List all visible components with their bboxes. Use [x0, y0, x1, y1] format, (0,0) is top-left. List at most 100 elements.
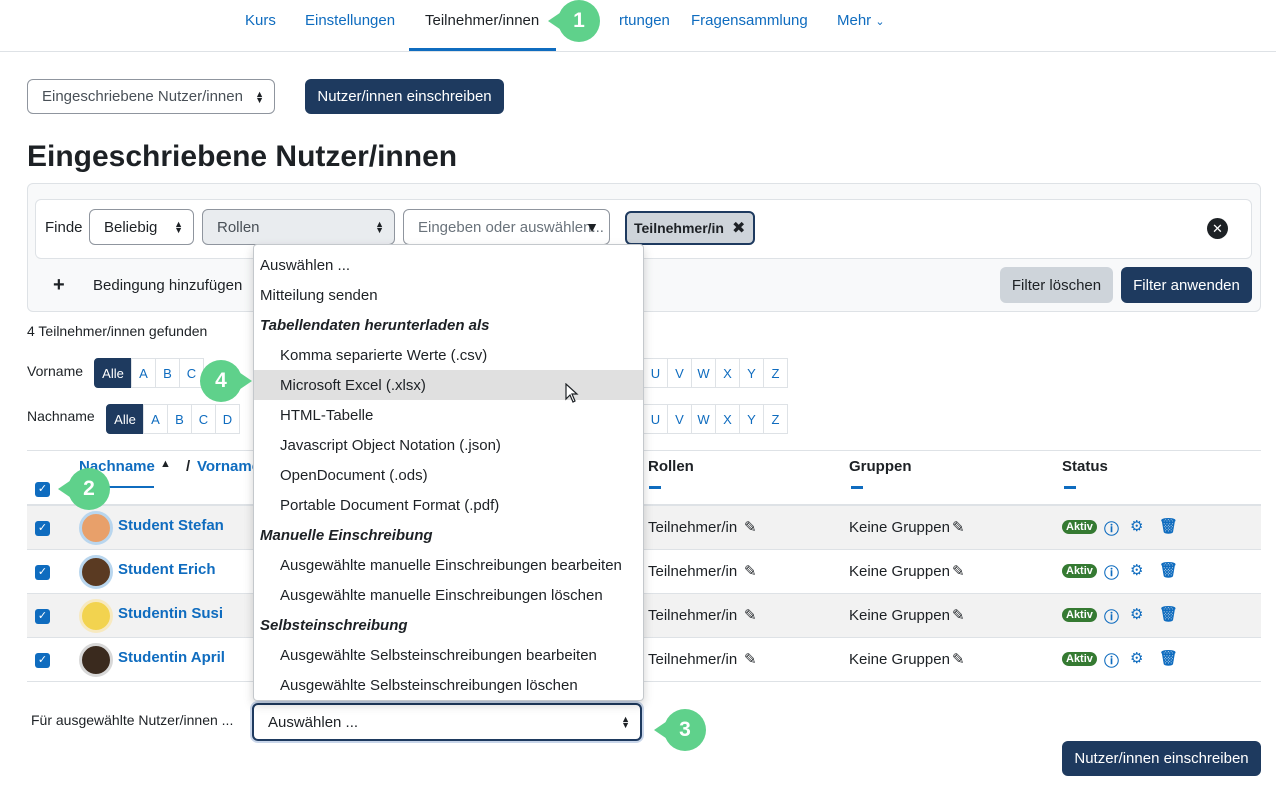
remove-filter-row-icon[interactable]: ✕ — [1207, 218, 1228, 239]
pencil-icon[interactable]: ✎ — [952, 562, 965, 580]
initial-letter[interactable]: W — [691, 404, 716, 434]
initial-letter[interactable]: A — [143, 404, 168, 434]
dropdown-option[interactable]: Komma separierte Werte (.csv) — [254, 340, 643, 370]
row-checkbox[interactable]: ✓ — [35, 653, 50, 668]
enrol-users-button[interactable]: Nutzer/innen einschreiben — [305, 79, 504, 114]
enrol-users-button-bottom[interactable]: Nutzer/innen einschreiben — [1062, 741, 1261, 776]
row-checkbox[interactable]: ✓ — [35, 609, 50, 624]
initial-letter[interactable]: V — [667, 404, 692, 434]
column-status: Status — [1062, 458, 1108, 475]
role-filter-chip[interactable]: Teilnehmer/in ✖ — [625, 211, 755, 245]
dropdown-option[interactable]: Ausgewählte manuelle Einschreibungen lös… — [254, 580, 643, 610]
pencil-icon[interactable]: ✎ — [744, 650, 757, 668]
tab-question-bank[interactable]: Fragensammlung — [691, 12, 808, 29]
row-checkbox[interactable]: ✓ — [35, 521, 50, 536]
initial-all[interactable]: Alle — [106, 404, 144, 434]
status-badge: Aktiv — [1062, 652, 1097, 666]
initial-letter[interactable]: Y — [739, 358, 764, 388]
pencil-icon[interactable]: ✎ — [952, 606, 965, 624]
dropdown-option[interactable]: OpenDocument (.ods) — [254, 460, 643, 490]
add-condition-button[interactable]: Bedingung hinzufügen — [93, 277, 242, 294]
dropdown-option-highlighted[interactable]: Microsoft Excel (.xlsx) — [254, 370, 643, 400]
dropdown-option[interactable]: Javascript Object Notation (.json) — [254, 430, 643, 460]
lastname-initials-bar-left: Alle A B C D — [106, 404, 240, 434]
dropdown-option[interactable]: Ausgewählte Selbsteinschreibungen bearbe… — [254, 640, 643, 670]
filter-value-input[interactable]: Eingeben oder auswählen... ▼ — [403, 209, 610, 245]
bulk-action-select-value: Auswählen ... — [268, 713, 359, 731]
info-icon[interactable]: ⓘ — [1104, 562, 1119, 583]
initial-letter[interactable]: Z — [763, 404, 788, 434]
tab-more[interactable]: Mehr ⌄ — [837, 12, 885, 29]
user-name-link[interactable]: Student Stefan — [118, 517, 224, 534]
tab-settings[interactable]: Einstellungen — [305, 12, 395, 29]
trash-icon[interactable]: 🗑 — [1159, 649, 1178, 667]
firstname-initials-label: Vorname — [27, 363, 84, 379]
sort-firstname-link[interactable]: Vorname — [197, 458, 260, 475]
dropdown-option[interactable]: Ausgewählte Selbsteinschreibungen lösche… — [254, 670, 643, 700]
pencil-icon[interactable]: ✎ — [744, 562, 757, 580]
gear-icon[interactable]: ⚙ — [1130, 605, 1143, 623]
initial-letter[interactable]: U — [643, 404, 668, 434]
info-icon[interactable]: ⓘ — [1104, 606, 1119, 627]
trash-icon[interactable]: 🗑 — [1159, 561, 1178, 579]
apply-filters-button[interactable]: Filter anwenden — [1121, 267, 1252, 303]
pencil-icon[interactable]: ✎ — [744, 518, 757, 536]
mouse-cursor-icon — [565, 383, 579, 403]
initial-letter[interactable]: X — [715, 404, 740, 434]
plus-icon[interactable]: + — [53, 274, 65, 297]
trash-icon[interactable]: 🗑 — [1159, 517, 1178, 535]
trash-icon[interactable]: 🗑 — [1159, 605, 1178, 623]
role-cell: Teilnehmer/in — [648, 563, 738, 580]
tab-course[interactable]: Kurs — [245, 12, 276, 29]
initial-letter[interactable]: Z — [763, 358, 788, 388]
callout-number: 4 — [200, 360, 242, 402]
dropdown-option[interactable]: Portable Document Format (.pdf) — [254, 490, 643, 520]
select-all-checkbox[interactable]: ✓ — [35, 482, 50, 497]
column-roles: Rollen — [648, 458, 694, 475]
initial-letter[interactable]: W — [691, 358, 716, 388]
initial-letter[interactable]: D — [215, 404, 240, 434]
info-icon[interactable]: ⓘ — [1104, 518, 1119, 539]
user-name-link[interactable]: Studentin April — [118, 649, 225, 666]
filter-type-select[interactable]: Rollen ▲ ▼ — [202, 209, 395, 245]
collapse-roles-icon[interactable] — [649, 486, 661, 489]
pencil-icon[interactable]: ✎ — [952, 518, 965, 536]
user-name-link[interactable]: Studentin Susi — [118, 605, 223, 622]
active-tab-indicator — [409, 48, 556, 51]
row-checkbox[interactable]: ✓ — [35, 565, 50, 580]
role-cell: Teilnehmer/in — [648, 651, 738, 668]
match-select[interactable]: Beliebig ▲ ▼ — [89, 209, 194, 245]
user-name-link[interactable]: Student Erich — [118, 561, 216, 578]
collapse-status-icon[interactable] — [1064, 486, 1076, 489]
clear-filters-button[interactable]: Filter löschen — [1000, 267, 1113, 303]
groups-cell: Keine Gruppen — [849, 651, 950, 668]
dropdown-option[interactable]: HTML-Tabelle — [254, 400, 643, 430]
initial-letter[interactable]: X — [715, 358, 740, 388]
pencil-icon[interactable]: ✎ — [744, 606, 757, 624]
gear-icon[interactable]: ⚙ — [1130, 649, 1143, 667]
initial-letter[interactable]: B — [167, 404, 192, 434]
close-icon[interactable]: ✖ — [732, 218, 745, 238]
initial-all[interactable]: Alle — [94, 358, 132, 388]
avatar — [79, 643, 113, 677]
column-separator: / — [186, 458, 191, 475]
initial-letter[interactable]: Y — [739, 404, 764, 434]
initial-letter[interactable]: B — [155, 358, 180, 388]
initial-letter[interactable]: A — [131, 358, 156, 388]
enrolled-users-select[interactable]: Eingeschriebene Nutzer/innen ▲ ▼ — [27, 79, 275, 114]
initial-letter[interactable]: V — [667, 358, 692, 388]
dropdown-option[interactable]: Mitteilung senden — [254, 280, 643, 310]
gear-icon[interactable]: ⚙ — [1130, 517, 1143, 535]
gear-icon[interactable]: ⚙ — [1130, 561, 1143, 579]
initial-letter[interactable]: U — [643, 358, 668, 388]
collapse-groups-icon[interactable] — [851, 486, 863, 489]
groups-cell: Keine Gruppen — [849, 519, 950, 536]
pencil-icon[interactable]: ✎ — [952, 650, 965, 668]
initial-letter[interactable]: C — [191, 404, 216, 434]
tab-participants[interactable]: Teilnehmer/innen — [425, 12, 539, 29]
dropdown-option[interactable]: Auswählen ... — [254, 250, 643, 280]
dropdown-option[interactable]: Ausgewählte manuelle Einschreibungen bea… — [254, 550, 643, 580]
tab-grades[interactable]: rtungen — [619, 12, 670, 29]
bulk-action-select[interactable]: Auswählen ... ▲ ▼ — [252, 703, 642, 741]
info-icon[interactable]: ⓘ — [1104, 650, 1119, 671]
